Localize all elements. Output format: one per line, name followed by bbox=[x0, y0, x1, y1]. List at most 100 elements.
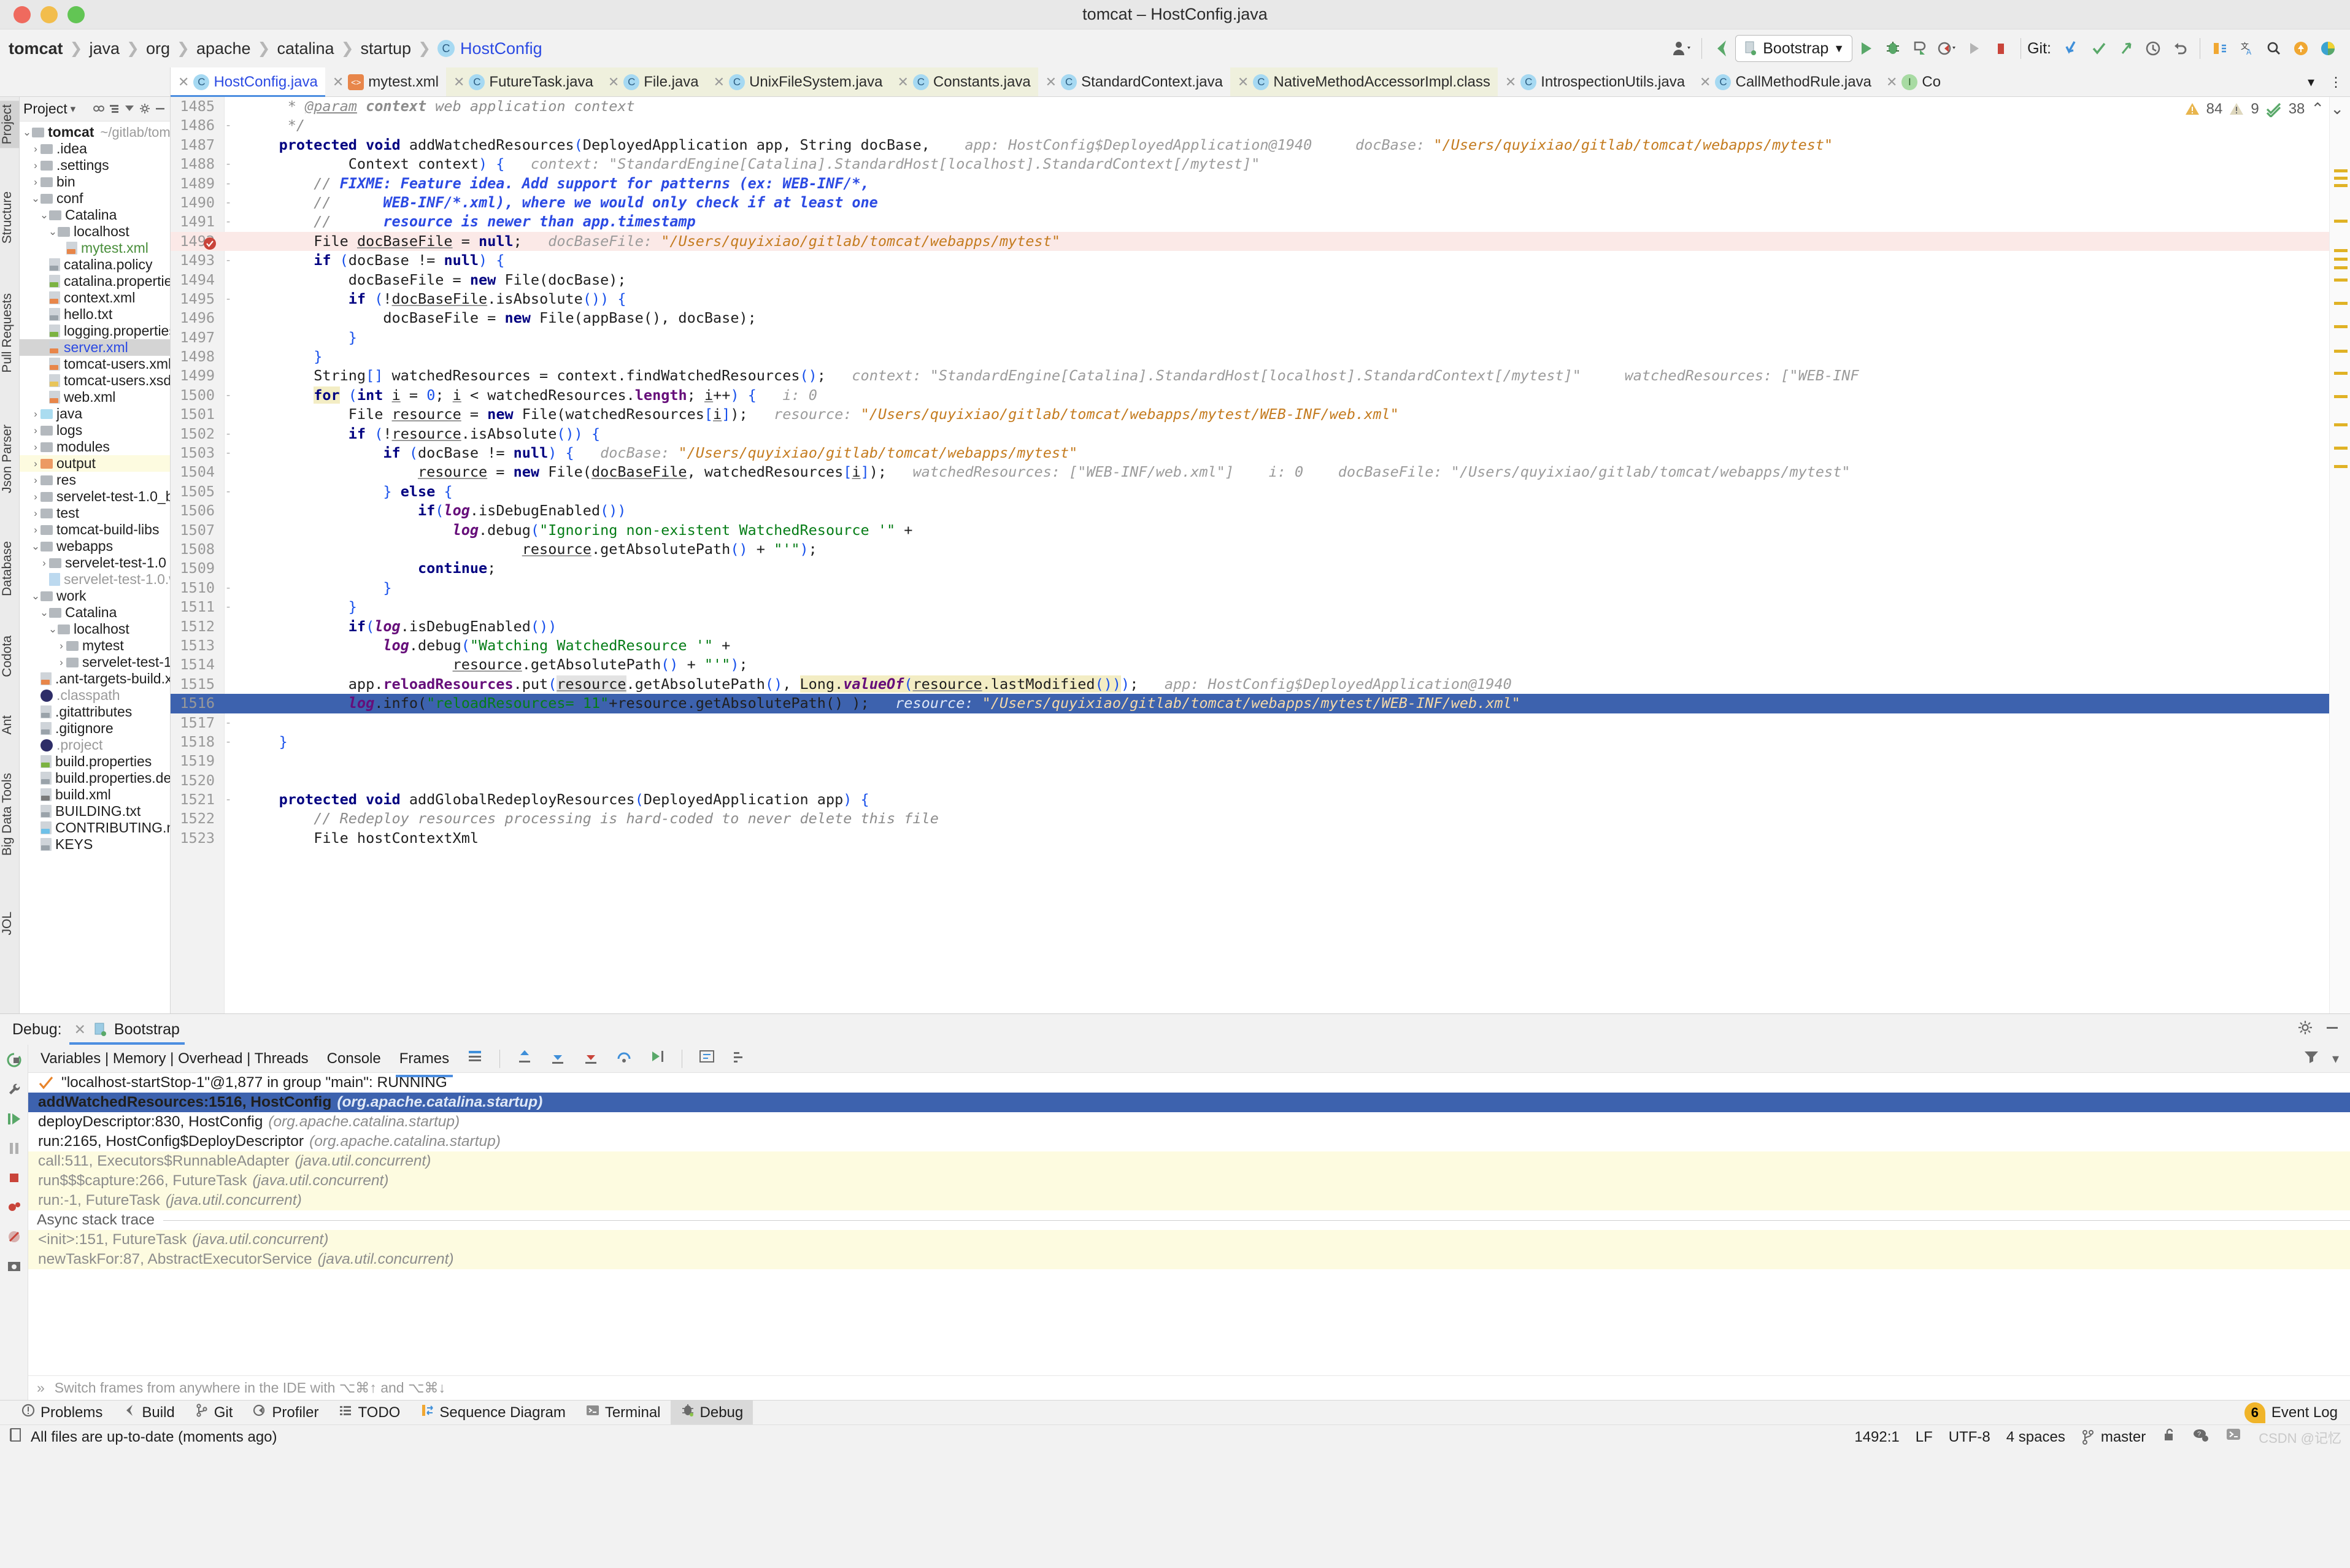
chevron-down-icon[interactable]: ⌄ bbox=[31, 590, 40, 602]
stack-frame-row[interactable]: <init>:151, FutureTask (java.util.concurr… bbox=[28, 1230, 2350, 1250]
stack-frame-row[interactable]: run:-1, FutureTask (java.util.concurrent) bbox=[28, 1191, 2350, 1210]
tool-window-button-debug[interactable]: Debug bbox=[670, 1401, 753, 1424]
tool-window-button-todo[interactable]: TODO bbox=[328, 1401, 410, 1424]
editor-tab-standardcontext-java[interactable]: ✕ C StandardContext.java bbox=[1038, 67, 1230, 96]
fold-marker-icon[interactable]: - bbox=[220, 251, 237, 270]
fold-marker-icon[interactable]: - bbox=[220, 713, 237, 732]
tree-node-conf[interactable]: ⌄ conf bbox=[20, 190, 170, 207]
code-text[interactable]: resource = new File(docBaseFile, watched… bbox=[237, 463, 1851, 482]
code-line-1500[interactable]: 1500- for (int i = 0; i < watchedResourc… bbox=[171, 386, 2350, 405]
tool-window-button-json-parser[interactable]: Json Parser bbox=[0, 421, 20, 497]
code-line-1523[interactable]: 1523 File hostContextXml bbox=[171, 829, 2350, 848]
tree-node-tomcat-users.xml[interactable]: tomcat-users.xml bbox=[20, 356, 170, 372]
close-icon[interactable]: ✕ bbox=[897, 74, 908, 90]
code-line-1490[interactable]: 1490- // WEB-INF/*.xml), where we would … bbox=[171, 193, 2350, 212]
tool-window-button-pull-requests[interactable]: Pull Requests bbox=[0, 290, 20, 377]
fold-marker-icon[interactable]: - bbox=[220, 790, 237, 809]
chevron-right-icon[interactable]: › bbox=[31, 458, 40, 470]
fold-marker-icon[interactable]: - bbox=[220, 578, 237, 598]
chevron-right-icon[interactable]: › bbox=[31, 507, 40, 520]
close-icon[interactable]: ✕ bbox=[1046, 74, 1057, 90]
search-everywhere-icon[interactable] bbox=[2260, 34, 2287, 63]
resume-program-icon[interactable] bbox=[4, 1109, 25, 1129]
tree-node-web.xml[interactable]: web.xml bbox=[20, 389, 170, 405]
chevron-down-icon[interactable]: ▼ bbox=[1833, 42, 1844, 55]
close-icon[interactable]: ✕ bbox=[453, 74, 464, 90]
tree-node-test[interactable]: › test bbox=[20, 505, 170, 521]
code-line-1502[interactable]: 1502- if (!resource.isAbsolute()) { bbox=[171, 425, 2350, 444]
run-with-coverage-icon[interactable] bbox=[1906, 34, 1933, 63]
update-project-icon[interactable] bbox=[2059, 34, 2086, 63]
fold-marker-icon[interactable]: - bbox=[220, 116, 237, 135]
evaluate-expression-icon[interactable] bbox=[698, 1048, 715, 1069]
code-line-1514[interactable]: 1514 resource.getAbsolutePath() + "'"); bbox=[171, 655, 2350, 674]
profile-icon[interactable] bbox=[1933, 34, 1960, 63]
ide-update-icon[interactable] bbox=[2287, 34, 2314, 63]
tree-node-res[interactable]: › res bbox=[20, 472, 170, 488]
tree-node-localhost[interactable]: ⌄ localhost bbox=[20, 621, 170, 637]
stack-frame-row[interactable]: run:2165, HostConfig$DeployDescriptor (or… bbox=[28, 1132, 2350, 1151]
editor-tab-mytest-xml[interactable]: ✕ <> mytest.xml bbox=[325, 67, 446, 96]
window-controls[interactable] bbox=[13, 6, 85, 23]
color-wheel-icon[interactable] bbox=[2314, 34, 2341, 63]
code-text[interactable]: } bbox=[237, 732, 288, 751]
settings-icon[interactable] bbox=[139, 99, 151, 119]
close-icon[interactable]: ✕ bbox=[1700, 74, 1711, 90]
chevron-right-icon[interactable]: › bbox=[56, 640, 66, 652]
filter-icon[interactable] bbox=[2303, 1049, 2320, 1068]
prev-problem-icon[interactable]: ⌃ bbox=[2311, 99, 2324, 118]
code-text[interactable]: } bbox=[237, 328, 357, 347]
rerun-icon[interactable] bbox=[4, 1050, 25, 1070]
chevron-down-icon[interactable]: ▾ bbox=[71, 103, 76, 115]
translate-icon[interactable]: 文A bbox=[2233, 34, 2260, 63]
editor-tab-hostconfig-java[interactable]: ✕ C HostConfig.java bbox=[171, 67, 325, 97]
chevron-right-icon[interactable]: › bbox=[31, 176, 40, 188]
back-arrow-icon[interactable] bbox=[1708, 34, 1735, 63]
stack-frame-row[interactable]: newTaskFor:87, AbstractExecutorService (j… bbox=[28, 1250, 2350, 1269]
code-line-1489[interactable]: 1489- // FIXME: Feature idea. Add suppor… bbox=[171, 174, 2350, 193]
code-text[interactable]: log.debug("Watching WatchedResource '" + bbox=[237, 636, 730, 655]
code-line-1521[interactable]: 1521- protected void addGlobalRedeployRe… bbox=[171, 790, 2350, 809]
tool-window-button-jol[interactable]: JOL bbox=[0, 908, 20, 939]
indent-setting[interactable]: 4 spaces bbox=[2006, 1429, 2065, 1446]
user-dropdown-icon[interactable] bbox=[1668, 34, 1695, 63]
code-text[interactable]: // WEB-INF/*.xml), where we would only c… bbox=[237, 193, 878, 212]
next-problem-icon[interactable]: ⌄ bbox=[2330, 99, 2344, 118]
flatten-packages-icon[interactable] bbox=[93, 99, 105, 119]
code-line-1493[interactable]: 1493- if (docBase != null) { bbox=[171, 251, 2350, 270]
code-line-1515[interactable]: 1515 app.reloadResources.put(resource.ge… bbox=[171, 675, 2350, 694]
breadcrumb-item-3[interactable]: apache bbox=[196, 39, 251, 58]
code-text[interactable]: // resource is newer than app.timestamp bbox=[237, 212, 696, 231]
code-text[interactable]: */ bbox=[237, 116, 305, 135]
tree-node-.idea[interactable]: › .idea bbox=[20, 140, 170, 157]
editor-code-area[interactable]: 1485 * @param context web application co… bbox=[171, 97, 2350, 1013]
editor-markers-gutter[interactable] bbox=[2329, 97, 2350, 1013]
breadcrumb-item-1[interactable]: java bbox=[89, 39, 120, 58]
editor-tab-callmethodrule-java[interactable]: ✕ C CallMethodRule.java bbox=[1692, 67, 1879, 96]
chevron-down-icon[interactable]: ⌄ bbox=[48, 623, 58, 636]
terminal-icon[interactable] bbox=[2225, 1427, 2243, 1447]
tool-window-button-git[interactable]: Git bbox=[185, 1401, 243, 1424]
code-line-1516[interactable]: 1516 log.info("reloadResources= 11"+reso… bbox=[171, 694, 2350, 713]
git-branch-widget[interactable]: master bbox=[2081, 1429, 2146, 1446]
breadcrumb-item-2[interactable]: org bbox=[146, 39, 170, 58]
code-text[interactable]: if(log.isDebugEnabled()) bbox=[237, 501, 626, 520]
rollback-icon[interactable] bbox=[2167, 34, 2194, 63]
editor-tab-constants-java[interactable]: ✕ C Constants.java bbox=[890, 67, 1038, 96]
run-configuration-selector[interactable]: Bootstrap ▼ bbox=[1735, 35, 1853, 62]
editor-tab-file-java[interactable]: ✕ C File.java bbox=[600, 67, 706, 96]
code-text[interactable]: if (docBase != null) { docBase: "/Users/… bbox=[237, 444, 1077, 463]
tree-node-.gitignore[interactable]: .gitignore bbox=[20, 720, 170, 737]
tree-node-keys[interactable]: KEYS bbox=[20, 836, 170, 853]
chevron-down-icon[interactable]: ⌄ bbox=[31, 540, 40, 553]
code-line-1512[interactable]: 1512 if(log.isDebugEnabled()) bbox=[171, 617, 2350, 636]
code-text[interactable]: } bbox=[237, 347, 322, 366]
tree-node-building.txt[interactable]: BUILDING.txt bbox=[20, 803, 170, 820]
code-line-1506[interactable]: 1506 if(log.isDebugEnabled()) bbox=[171, 501, 2350, 520]
code-text[interactable]: File resource = new File(watchedResource… bbox=[237, 405, 1399, 424]
code-line-1497[interactable]: 1497 } bbox=[171, 328, 2350, 347]
code-text[interactable]: File docBaseFile = null; docBaseFile: "/… bbox=[237, 232, 1060, 251]
close-icon[interactable]: ✕ bbox=[333, 74, 344, 90]
minimize-window-button[interactable] bbox=[40, 6, 58, 23]
fold-marker-icon[interactable]: - bbox=[220, 598, 237, 617]
